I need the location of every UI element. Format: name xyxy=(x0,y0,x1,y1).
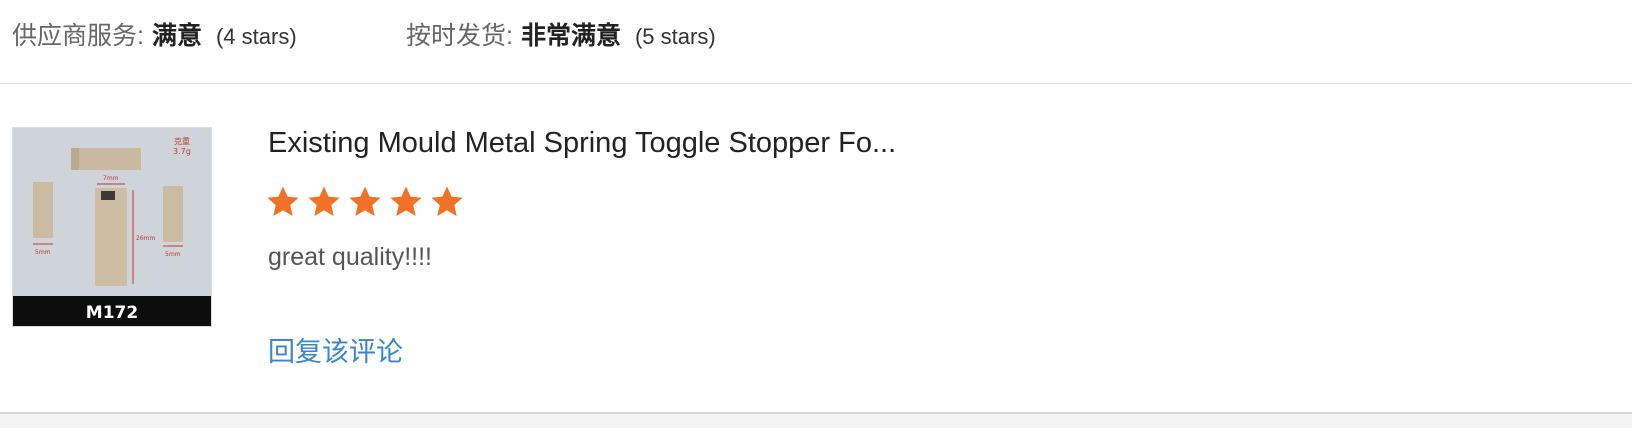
thumb-dim-right: 5mm xyxy=(165,251,181,258)
review-item: 克重 3.7g 7mm 26mm 5mm 5mm M172 Existing M… xyxy=(0,85,1632,412)
thumb-dim-left: 5mm xyxy=(35,249,51,256)
star-rating xyxy=(266,185,464,225)
thumb-dim-top: 7mm xyxy=(103,175,119,182)
ratings-summary: 供应商服务: 满意 (4 stars) 按时发货: 非常满意 (5 stars) xyxy=(0,0,1632,84)
supplier-service-label: 供应商服务: xyxy=(12,22,144,50)
on-time-delivery-label: 按时发货: xyxy=(406,22,513,50)
thumb-model-code: M172 xyxy=(86,303,138,323)
product-image: 克重 3.7g 7mm 26mm 5mm 5mm M172 xyxy=(13,128,211,326)
on-time-delivery-stars: (5 stars) xyxy=(634,24,716,49)
star-icon xyxy=(308,186,340,216)
product-title[interactable]: Existing Mould Metal Spring Toggle Stopp… xyxy=(268,123,896,163)
star-icon xyxy=(390,186,422,216)
thumb-note-line2: 3.7g xyxy=(173,147,191,156)
star-icon xyxy=(349,186,381,216)
reply-to-review-link[interactable]: 回复该评论 xyxy=(268,334,403,370)
supplier-service-rating: 供应商服务: 满意 (4 stars) xyxy=(12,19,297,54)
section-divider xyxy=(0,412,1632,428)
on-time-delivery-value: 非常满意 xyxy=(520,22,621,50)
star-icon xyxy=(267,186,299,216)
thumb-note-line1: 克重 xyxy=(174,136,190,146)
on-time-delivery-rating: 按时发货: 非常满意 (5 stars) xyxy=(406,19,716,54)
star-icon xyxy=(431,186,463,216)
supplier-service-stars: (4 stars) xyxy=(215,24,297,49)
product-thumbnail[interactable]: 克重 3.7g 7mm 26mm 5mm 5mm M172 xyxy=(12,127,212,327)
supplier-service-value: 满意 xyxy=(151,22,202,50)
thumb-dim-side: 26mm xyxy=(136,235,155,242)
review-comment: great quality!!!! xyxy=(268,243,432,271)
